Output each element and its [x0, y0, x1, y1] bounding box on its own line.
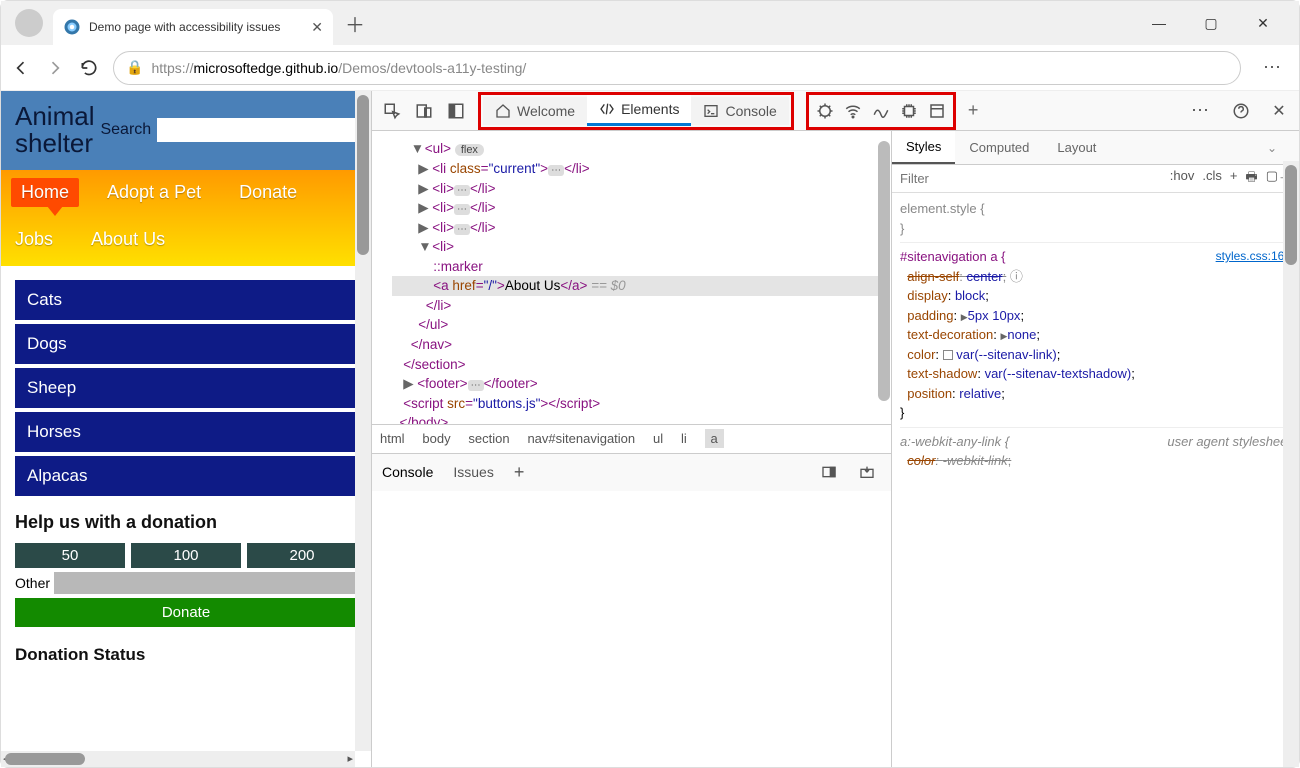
css-rules[interactable]: element.style { } #sitenavigation a {sty… [892, 193, 1299, 767]
inspect-element-icon[interactable] [378, 97, 406, 125]
memory-icon[interactable] [895, 97, 923, 125]
main-tabs-highlight: Welcome Elements Console [478, 92, 794, 130]
copy-styles-icon[interactable]: 🖶 [1245, 168, 1257, 190]
nav-indicator-icon [47, 206, 63, 216]
category-alpacas[interactable]: Alpacas [15, 456, 357, 496]
bc-a[interactable]: a [705, 429, 724, 448]
nav-jobs[interactable]: Jobs [11, 225, 63, 254]
dom-tree[interactable]: ▼<ul> flex ▶<li class="current">⋯</li> ▶… [372, 131, 891, 424]
dom-breadcrumb: html body section nav#sitenavigation ul … [372, 424, 891, 453]
minimize-button[interactable]: — [1139, 8, 1179, 38]
donation-status-heading: Donation Status [15, 645, 357, 665]
console-output[interactable] [372, 491, 891, 768]
issues-icon[interactable] [811, 97, 839, 125]
page-header: Animalshelter Search [1, 91, 371, 170]
category-cats[interactable]: Cats [15, 280, 357, 320]
more-tabs-button[interactable]: + [960, 100, 987, 121]
bc-body[interactable]: body [422, 431, 450, 446]
tab-title: Demo page with accessibility issues [89, 20, 303, 34]
close-devtools-button[interactable]: ✕ [1265, 97, 1293, 125]
drawer-console-tab[interactable]: Console [382, 464, 433, 480]
profile-avatar[interactable] [15, 9, 43, 37]
computed-tab[interactable]: Computed [955, 132, 1043, 163]
search-input[interactable] [157, 118, 357, 142]
help-icon[interactable] [1227, 97, 1255, 125]
drawer-tool-icon[interactable] [815, 458, 843, 486]
titlebar: Demo page with accessibility issues ✕ ＋ … [1, 1, 1299, 45]
styles-filter-input[interactable] [892, 165, 1162, 192]
dom-scrollbar[interactable] [877, 131, 891, 424]
tab-elements[interactable]: Elements [587, 95, 691, 126]
refresh-button[interactable] [79, 58, 99, 78]
tab-console[interactable]: Console [691, 97, 788, 125]
site-brand: Animalshelter [15, 103, 94, 158]
application-icon[interactable] [923, 97, 951, 125]
device-emulation-icon[interactable] [410, 97, 438, 125]
drawer-add-tab[interactable]: + [514, 462, 525, 483]
browser-tab[interactable]: Demo page with accessibility issues ✕ [53, 9, 333, 45]
amount-50[interactable]: 50 [15, 543, 125, 568]
performance-icon[interactable] [867, 97, 895, 125]
source-link[interactable]: styles.css:169 [1216, 247, 1291, 265]
dock-side-icon[interactable] [442, 97, 470, 125]
styles-tab[interactable]: Styles [892, 131, 955, 164]
bc-html[interactable]: html [380, 431, 405, 446]
hov-button[interactable]: :hov [1170, 168, 1195, 190]
nav-about[interactable]: About Us [81, 225, 175, 254]
navbar: 🔒 https://microsoftedge.github.io/Demos/… [1, 45, 1299, 91]
amount-200[interactable]: 200 [247, 543, 357, 568]
devtools-panel: Welcome Elements Console + ⋯ ✕ ▼<ul> fle… [371, 91, 1299, 767]
new-tab-button[interactable]: ＋ [345, 9, 365, 38]
address-bar[interactable]: 🔒 https://microsoftedge.github.io/Demos/… [113, 51, 1241, 85]
console-drawer-tabs: Console Issues + [372, 453, 891, 491]
drawer-issues-tab[interactable]: Issues [453, 464, 493, 480]
edge-icon [63, 18, 81, 36]
other-amount-input[interactable] [54, 572, 357, 594]
bc-li[interactable]: li [681, 431, 687, 446]
styles-panel: Styles Computed Layout ⌄ :hov .cls + 🖶 ▢… [892, 131, 1299, 767]
other-label: Other [15, 575, 50, 591]
back-button[interactable] [11, 58, 31, 78]
nav-donate[interactable]: Donate [229, 178, 307, 207]
cls-button[interactable]: .cls [1202, 168, 1222, 190]
forward-button[interactable] [45, 58, 65, 78]
tab-close-icon[interactable]: ✕ [311, 19, 323, 36]
nav-adopt[interactable]: Adopt a Pet [97, 178, 211, 207]
drawer-expand-icon[interactable] [853, 458, 881, 486]
bc-nav[interactable]: nav#sitenavigation [527, 431, 635, 446]
styles-scrollbar[interactable] [1283, 161, 1299, 767]
close-window-button[interactable]: ✕ [1243, 8, 1283, 38]
page-horizontal-scrollbar[interactable]: ◂▸ [1, 751, 355, 767]
bc-ul[interactable]: ul [653, 431, 663, 446]
donate-button[interactable]: Donate [15, 598, 357, 627]
new-style-button[interactable]: + [1230, 168, 1238, 190]
nav-home[interactable]: Home [11, 178, 79, 207]
layout-tab[interactable]: Layout [1043, 132, 1110, 163]
search-label: Search [100, 121, 151, 139]
page-viewport: Animalshelter Search Home Adopt a Pet Do… [1, 91, 371, 767]
browser-menu-button[interactable]: ⋯ [1263, 57, 1281, 78]
tool-icons-highlight [806, 92, 956, 130]
tab-welcome[interactable]: Welcome [483, 97, 587, 125]
lock-icon: 🔒 [126, 59, 143, 76]
page-vertical-scrollbar[interactable] [355, 91, 371, 751]
network-conditions-icon[interactable] [839, 97, 867, 125]
chevron-down-icon[interactable]: ⌄ [1267, 141, 1299, 155]
amount-100[interactable]: 100 [131, 543, 241, 568]
category-dogs[interactable]: Dogs [15, 324, 357, 364]
maximize-button[interactable]: ▢ [1191, 8, 1231, 38]
devtools-menu-button[interactable]: ⋯ [1191, 100, 1209, 121]
url-text: https://microsoftedge.github.io/Demos/de… [151, 60, 526, 76]
bc-section[interactable]: section [468, 431, 509, 446]
devtools-toolbar: Welcome Elements Console + ⋯ ✕ [372, 91, 1299, 131]
dom-tree-panel: ▼<ul> flex ▶<li class="current">⋯</li> ▶… [372, 131, 892, 767]
category-sheep[interactable]: Sheep [15, 368, 357, 408]
category-horses[interactable]: Horses [15, 412, 357, 452]
donation-heading: Help us with a donation [15, 512, 357, 533]
top-navigation: Home Adopt a Pet Donate Jobs About Us [1, 170, 371, 266]
